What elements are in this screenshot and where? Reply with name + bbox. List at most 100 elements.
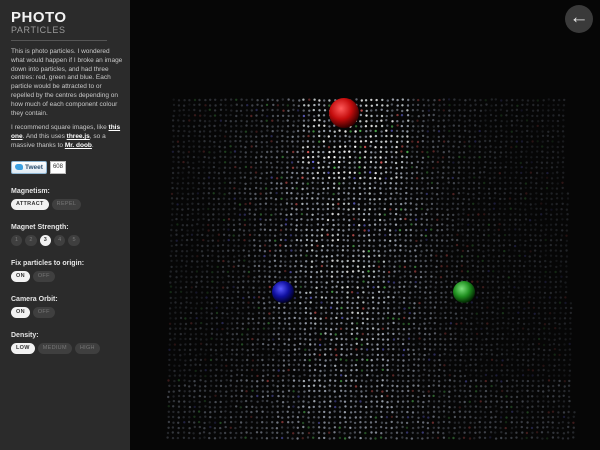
particle <box>353 177 356 180</box>
density-low-button[interactable]: LOW <box>11 342 35 354</box>
particle <box>384 187 388 191</box>
particle <box>544 233 547 236</box>
particle <box>332 192 335 196</box>
attract-button[interactable]: ATTRACT <box>11 198 49 210</box>
strength-4-button[interactable]: 4 <box>54 234 66 246</box>
particle <box>383 228 387 231</box>
particle <box>555 213 559 216</box>
particle <box>265 134 268 138</box>
particle <box>239 421 243 424</box>
density-high-button[interactable]: HIGH <box>74 342 100 354</box>
particle <box>219 140 222 143</box>
fix-off-button[interactable]: OFF <box>32 270 55 282</box>
particle <box>265 192 268 195</box>
particle <box>523 244 527 247</box>
particle <box>170 259 173 263</box>
particle <box>207 239 210 243</box>
strength-1-button[interactable]: 1 <box>11 234 23 246</box>
strength-5-button[interactable]: 5 <box>68 234 80 246</box>
particle <box>472 202 475 205</box>
particle <box>302 384 306 388</box>
particle <box>188 385 191 388</box>
particle <box>194 363 197 366</box>
particle <box>488 171 491 175</box>
particle <box>527 328 530 331</box>
particle <box>254 176 257 179</box>
particle <box>444 359 447 362</box>
particle <box>415 244 418 248</box>
particle <box>237 290 240 294</box>
particle <box>234 145 237 148</box>
particle <box>483 421 487 424</box>
particle <box>437 406 440 409</box>
particle <box>394 202 397 206</box>
particle <box>251 379 254 383</box>
particle-stage[interactable]: ← <box>130 0 600 450</box>
particle-canvas[interactable] <box>130 0 600 450</box>
particle <box>397 291 400 294</box>
particle <box>554 307 557 310</box>
strength-3-button[interactable]: 3 <box>39 234 52 246</box>
particle <box>496 296 499 299</box>
particle <box>485 348 489 352</box>
particle <box>211 224 215 227</box>
particle <box>503 249 506 253</box>
particle <box>525 150 528 153</box>
orbit-on-button[interactable]: ON <box>11 306 30 318</box>
particle <box>217 177 221 180</box>
strength-2-button[interactable]: 2 <box>25 234 37 246</box>
particle <box>330 322 333 325</box>
particle <box>302 395 306 398</box>
threejs-link[interactable]: three.js <box>67 133 90 140</box>
particle <box>219 394 223 398</box>
particle <box>241 333 244 336</box>
particle <box>302 98 305 101</box>
mrdoob-link[interactable]: Mr. doob <box>65 142 92 149</box>
particle <box>268 290 272 293</box>
particle <box>429 296 432 299</box>
particle <box>455 269 458 273</box>
orbit-off-button[interactable]: OFF <box>32 306 55 318</box>
particle <box>448 114 451 117</box>
particle <box>470 332 473 335</box>
particle <box>563 385 566 388</box>
particle <box>476 275 479 278</box>
particle <box>531 140 534 143</box>
particle <box>546 139 550 143</box>
particle <box>562 135 565 138</box>
particle <box>248 212 251 215</box>
particle <box>497 234 501 237</box>
particle <box>329 333 332 336</box>
particle <box>371 280 375 284</box>
particle <box>484 406 488 409</box>
repel-button[interactable]: REPEL <box>51 198 82 210</box>
particle <box>436 166 439 170</box>
particle <box>432 103 435 106</box>
particle <box>447 181 450 184</box>
tweet-button[interactable]: Tweet <box>11 160 47 174</box>
particle <box>227 213 230 216</box>
particle <box>507 249 511 252</box>
particle <box>510 426 514 430</box>
particle <box>569 302 573 305</box>
particle <box>313 103 316 107</box>
density-medium-button[interactable]: MEDIUM <box>37 342 72 354</box>
particle <box>557 405 561 408</box>
particle <box>526 99 530 102</box>
particle <box>311 197 314 200</box>
particle <box>376 385 379 388</box>
particle <box>259 228 262 231</box>
particle <box>495 343 499 346</box>
particle <box>346 270 349 273</box>
particle <box>213 416 217 419</box>
particle <box>365 380 368 383</box>
particle <box>262 312 266 315</box>
particle <box>182 151 185 154</box>
particle <box>299 296 302 299</box>
particle <box>377 285 380 289</box>
particle <box>542 400 545 403</box>
particle <box>280 192 284 195</box>
particle <box>212 203 216 206</box>
fix-on-button[interactable]: ON <box>11 270 30 282</box>
particle <box>565 244 568 247</box>
